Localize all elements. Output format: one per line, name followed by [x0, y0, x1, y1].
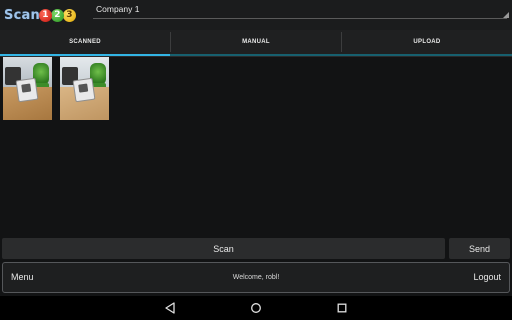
footer-bar: Welcome, robl! Menu Logout [2, 262, 510, 293]
scan-button-label: Scan [213, 243, 234, 254]
scanned-gallery [0, 57, 512, 237]
tab-manual-label: MANUAL [242, 39, 270, 45]
logo-text: Scan [4, 7, 40, 23]
logo-ball-2: 2 [50, 8, 64, 22]
tab-upload-label: UPLOAD [413, 39, 441, 45]
send-button-label: Send [468, 243, 491, 254]
home-icon[interactable] [248, 300, 264, 316]
thumbnail-device [72, 77, 96, 103]
scanned-thumbnail[interactable] [3, 57, 52, 120]
logo-ball-1: 1 [38, 8, 52, 22]
menu-button[interactable]: Menu [11, 263, 34, 292]
dropdown-arrow-icon [503, 12, 509, 18]
welcome-message: Welcome, robl! [232, 274, 280, 281]
scan-button[interactable]: Scan [2, 238, 445, 259]
system-navigation-bar [0, 296, 512, 320]
send-button[interactable]: Send [449, 238, 510, 259]
recent-apps-icon[interactable] [334, 300, 350, 316]
company-select[interactable]: Company 1 [93, 3, 509, 19]
tab-bar: SCANNED MANUAL UPLOAD [0, 30, 512, 57]
app-header: Scan 1 2 3 Company 1 [0, 0, 512, 30]
action-row: Scan Send [0, 237, 512, 261]
back-icon[interactable] [162, 300, 178, 316]
thumbnail-device [15, 77, 39, 103]
logo-ball-3: 3 [62, 8, 76, 22]
tab-scanned-label: SCANNED [69, 39, 101, 45]
logout-button[interactable]: Logout [473, 263, 501, 292]
tab-manual[interactable]: MANUAL [171, 30, 341, 54]
scanned-thumbnail[interactable] [60, 57, 109, 120]
tab-scanned[interactable]: SCANNED [0, 30, 170, 56]
app-logo: Scan 1 2 3 [4, 5, 76, 25]
company-select-value: Company 1 [96, 4, 140, 14]
tab-upload[interactable]: UPLOAD [342, 30, 512, 54]
